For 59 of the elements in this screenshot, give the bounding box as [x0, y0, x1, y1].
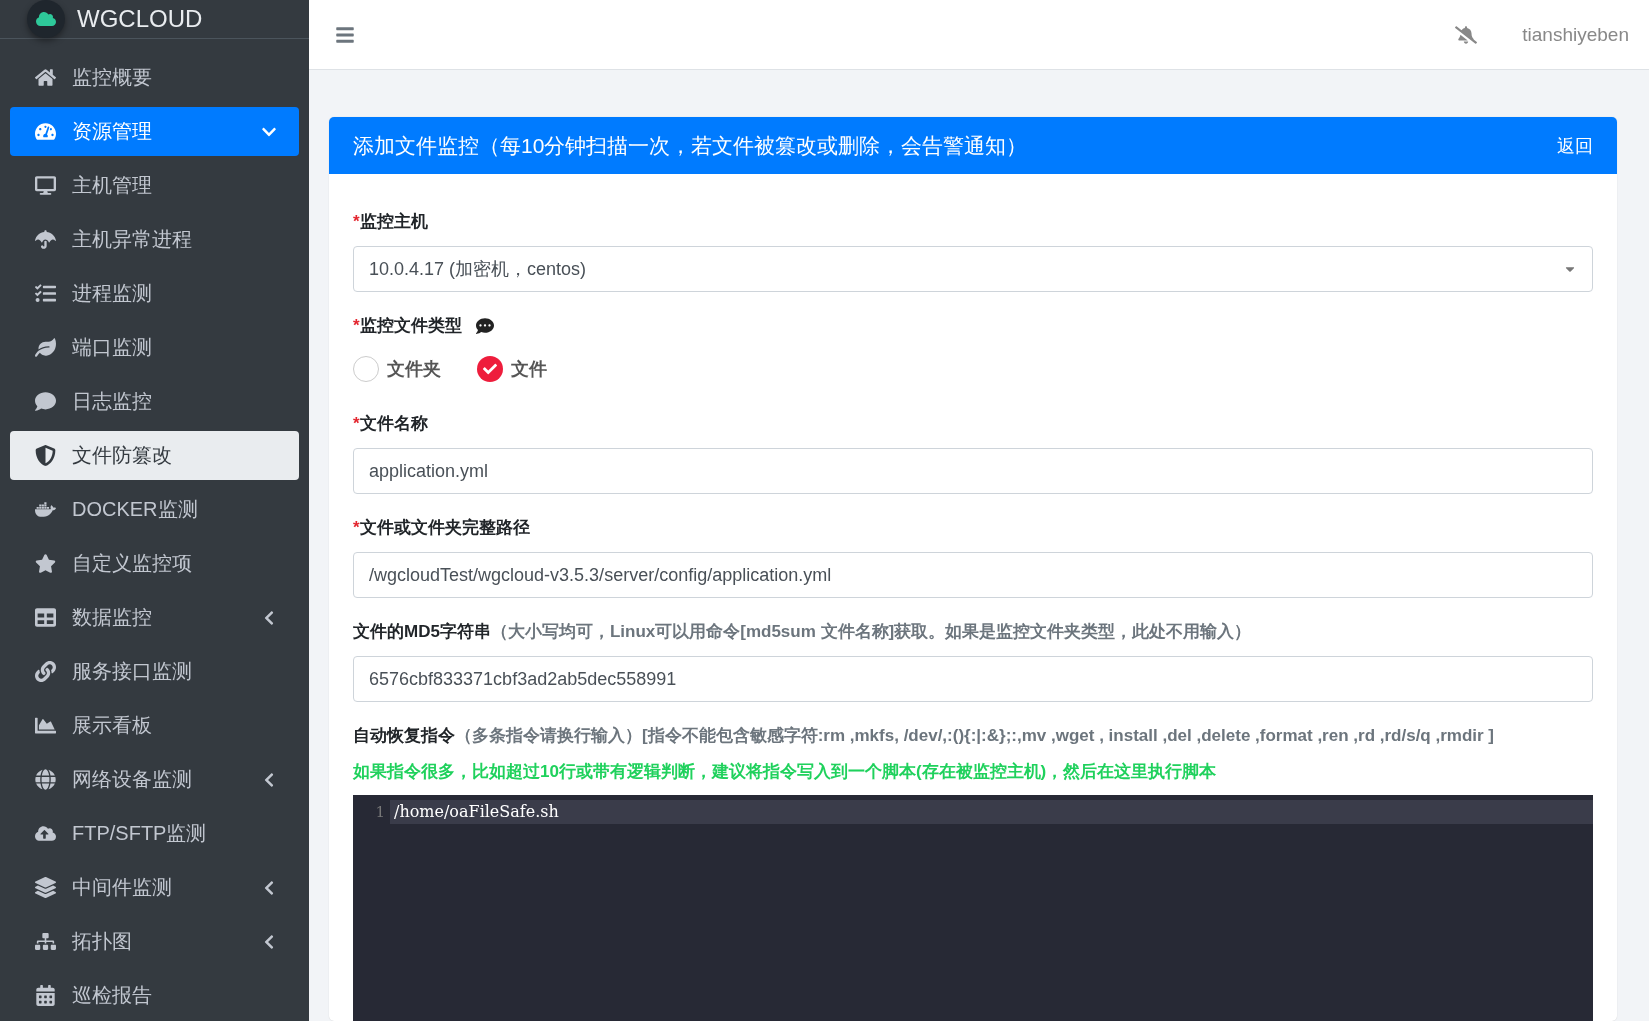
brand-name: WGCLOUD [77, 5, 203, 33]
code-editor[interactable]: 1 /home/oaFileSafe.sh [353, 795, 1593, 1021]
radio-label[interactable]: 文件 [511, 357, 547, 381]
sidebar-item[interactable]: 进程监测 [10, 269, 299, 318]
card-title: 添加文件监控（每10分钟扫描一次，若文件被篡改或删除，会告警通知） [353, 132, 1028, 159]
radio-button[interactable] [353, 356, 379, 382]
input-field[interactable]: application.yml [353, 448, 1593, 494]
sidebar-item[interactable]: FTP/SFTP监测 [10, 809, 299, 858]
cloud-upload-icon [32, 823, 58, 844]
input-field[interactable]: /wgcloudTest/wgcloud-v3.5.3/server/config/application.yml [353, 552, 1593, 598]
umbrella-icon [32, 229, 58, 250]
sidebar-item[interactable]: 展示看板 [10, 701, 299, 750]
sitemap-icon [32, 931, 58, 952]
globe-icon [32, 769, 58, 790]
sidebar-item[interactable]: 中间件监测 [10, 863, 299, 912]
sidebar-item[interactable]: 数据监控 [10, 593, 299, 642]
user-name[interactable]: tianshiyeben [1522, 23, 1629, 46]
back-link[interactable]: 返回 [1557, 133, 1593, 158]
sidebar-item[interactable]: 监控概要 [10, 53, 299, 102]
bell-slash-icon[interactable] [1455, 23, 1478, 46]
field-label: *文件名称 [353, 413, 428, 435]
sidebar-item[interactable]: 日志监控 [10, 377, 299, 426]
line-number: 1 [374, 803, 386, 821]
home-icon [32, 67, 58, 88]
link-icon [32, 661, 58, 682]
sidebar-item[interactable]: 主机管理 [10, 161, 299, 210]
field-label: 自动恢复指令（多条指令请换行输入）[指令不能包含敏感字符:rm ,mkfs, /dev/,:(){:|:&};:,mv ,wget , install ,del ,delete ,format ,ren ,rd ,rd/s/q ,rmdir ] [353, 725, 1496, 747]
sidebar-item[interactable]: 网络设备监测 [10, 755, 299, 804]
gauge-icon [32, 121, 58, 142]
radio-label[interactable]: 文件夹 [387, 357, 441, 381]
field-label: 文件的MD5字符串（大小写均可，Linux可以用命令[md5sum 文件名称]获取。如果是监控文件夹类型，此处不用输入） [353, 621, 1252, 643]
sidebar-item[interactable]: 文件防篡改 [10, 431, 299, 480]
speech-bubble-icon[interactable] [475, 316, 494, 335]
whale-icon [32, 499, 58, 520]
sidebar-item[interactable]: DOCKER监测 [10, 485, 299, 534]
speech-bubble-icon [32, 391, 58, 412]
check-icon [483, 362, 497, 376]
note-text: 如果指令很多，比如超过10行或带有逻辑判断，建议将指令写入到一个脚本(存在被监控主机)，然后在这里执行脚本 [353, 761, 1218, 783]
sidebar-item[interactable]: 资源管理 [10, 107, 299, 156]
layers-icon [32, 877, 58, 898]
leaf-icon [32, 337, 58, 358]
area-chart-icon [32, 715, 58, 736]
sidebar-item[interactable]: 巡检报告 [10, 971, 299, 1020]
field-label: *监控文件类型 [353, 315, 462, 337]
sidebar-item[interactable]: 自定义监控项 [10, 539, 299, 588]
field-label: *监控主机 [353, 211, 428, 233]
menu-icon[interactable] [335, 24, 355, 45]
field-label: *文件或文件夹完整路径 [353, 517, 530, 539]
sidebar-item[interactable]: 服务接口监测 [10, 647, 299, 696]
input-field[interactable]: 6576cbf833371cbf3ad2ab5dec558991 [353, 656, 1593, 702]
radio-button[interactable] [477, 356, 503, 382]
table-icon [32, 607, 58, 628]
checklist-icon [32, 283, 58, 304]
cloud-logo-icon [27, 0, 65, 38]
sidebar-item[interactable]: 主机异常进程 [10, 215, 299, 264]
sidebar-item[interactable]: 端口监测 [10, 323, 299, 372]
host-select[interactable]: 10.0.4.17 (加密机，centos) [353, 246, 1593, 292]
monitor-icon [32, 175, 58, 196]
sidebar-item[interactable]: 拓扑图 [10, 917, 299, 966]
